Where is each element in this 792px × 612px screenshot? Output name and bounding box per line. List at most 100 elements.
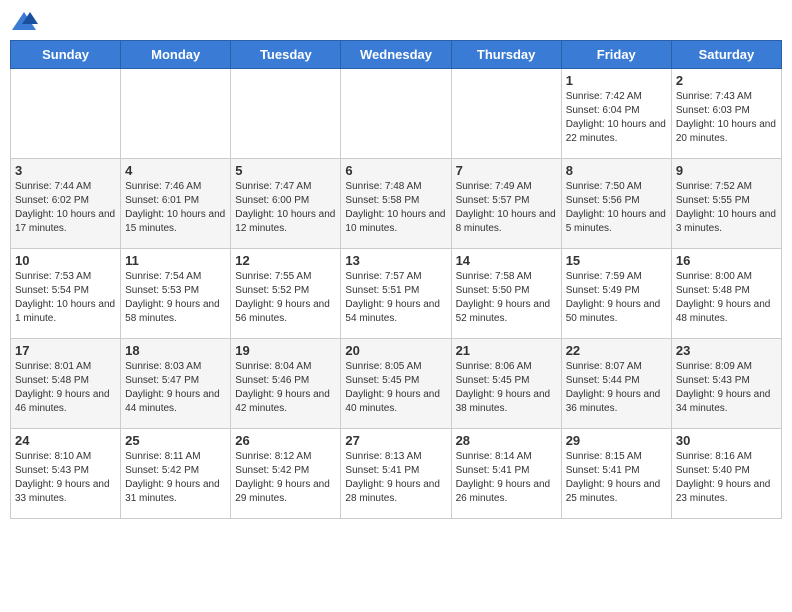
calendar-cell: 22 Sunrise: 8:07 AM Sunset: 5:44 PM Dayli… [561, 339, 671, 429]
calendar-cell: 9 Sunrise: 7:52 AM Sunset: 5:55 PM Daylig… [671, 159, 781, 249]
calendar-cell: 21 Sunrise: 8:06 AM Sunset: 5:45 PM Dayli… [451, 339, 561, 429]
day-info: Sunrise: 8:14 AM Sunset: 5:41 PM Dayligh… [456, 450, 557, 506]
weekday-header-sunday: Sunday [11, 41, 121, 69]
day-number: 13 [345, 253, 446, 268]
day-number: 23 [676, 343, 777, 358]
calendar-week-2: 3Sunrise: 7:44 AM Sunset: 6:02 PM Daylig… [11, 159, 782, 249]
day-number: 14 [456, 253, 557, 268]
calendar-cell [121, 69, 231, 159]
day-number: 9 [676, 163, 777, 178]
calendar-week-5: 24Sunrise: 8:10 AM Sunset: 5:43 PM Dayli… [11, 429, 782, 519]
day-number: 6 [345, 163, 446, 178]
day-number: 8 [566, 163, 667, 178]
calendar-cell: 6 Sunrise: 7:48 AM Sunset: 5:58 PM Daylig… [341, 159, 451, 249]
day-number: 30 [676, 433, 777, 448]
calendar-cell: 23 Sunrise: 8:09 AM Sunset: 5:43 PM Dayli… [671, 339, 781, 429]
day-number: 24 [15, 433, 116, 448]
calendar-cell: 19 Sunrise: 8:04 AM Sunset: 5:46 PM Dayli… [231, 339, 341, 429]
calendar-body: 1Sunrise: 7:42 AM Sunset: 6:04 PM Daylig… [11, 69, 782, 519]
day-info: Sunrise: 8:11 AM Sunset: 5:42 PM Dayligh… [125, 450, 226, 506]
day-info: Sunrise: 7:55 AM Sunset: 5:52 PM Dayligh… [235, 270, 336, 326]
calendar-cell: 15Sunrise: 7:59 AM Sunset: 5:49 PM Dayli… [561, 249, 671, 339]
calendar-cell: 24Sunrise: 8:10 AM Sunset: 5:43 PM Dayli… [11, 429, 121, 519]
day-number: 21 [456, 343, 557, 358]
day-number: 18 [125, 343, 226, 358]
day-number: 5 [235, 163, 336, 178]
calendar-cell: 1Sunrise: 7:42 AM Sunset: 6:04 PM Daylig… [561, 69, 671, 159]
day-number: 2 [676, 73, 777, 88]
calendar-cell [11, 69, 121, 159]
calendar-cell: 17 Sunrise: 8:01 AM Sunset: 5:48 PM Dayli… [11, 339, 121, 429]
weekday-header-friday: Friday [561, 41, 671, 69]
day-info: Sunrise: 8:16 AM Sunset: 5:40 PM Dayligh… [676, 450, 777, 506]
day-number: 11 [125, 253, 226, 268]
calendar-cell: 7Sunrise: 7:49 AM Sunset: 5:57 PM Daylig… [451, 159, 561, 249]
calendar-cell: 26 Sunrise: 8:12 AM Sunset: 5:42 PM Dayli… [231, 429, 341, 519]
day-info: Sunrise: 7:49 AM Sunset: 5:57 PM Dayligh… [456, 180, 557, 236]
day-info: Sunrise: 8:05 AM Sunset: 5:45 PM Dayligh… [345, 360, 446, 416]
calendar-cell: 18 Sunrise: 8:03 AM Sunset: 5:47 PM Dayli… [121, 339, 231, 429]
calendar-cell: 20 Sunrise: 8:05 AM Sunset: 5:45 PM Dayli… [341, 339, 451, 429]
day-info: Sunrise: 7:48 AM Sunset: 5:58 PM Dayligh… [345, 180, 446, 236]
day-info: Sunrise: 7:47 AM Sunset: 6:00 PM Dayligh… [235, 180, 336, 236]
day-info: Sunrise: 8:01 AM Sunset: 5:48 PM Dayligh… [15, 360, 116, 416]
calendar-cell: 25 Sunrise: 8:11 AM Sunset: 5:42 PM Dayli… [121, 429, 231, 519]
day-info: Sunrise: 7:42 AM Sunset: 6:04 PM Dayligh… [566, 90, 667, 146]
calendar-week-1: 1Sunrise: 7:42 AM Sunset: 6:04 PM Daylig… [11, 69, 782, 159]
day-number: 26 [235, 433, 336, 448]
day-number: 28 [456, 433, 557, 448]
calendar-table: SundayMondayTuesdayWednesdayThursdayFrid… [10, 40, 782, 519]
calendar-cell: 8 Sunrise: 7:50 AM Sunset: 5:56 PM Daylig… [561, 159, 671, 249]
day-info: Sunrise: 8:04 AM Sunset: 5:46 PM Dayligh… [235, 360, 336, 416]
day-number: 12 [235, 253, 336, 268]
calendar-cell: 28 Sunrise: 8:14 AM Sunset: 5:41 PM Dayli… [451, 429, 561, 519]
calendar-cell [231, 69, 341, 159]
calendar-cell [341, 69, 451, 159]
day-number: 15 [566, 253, 667, 268]
day-number: 22 [566, 343, 667, 358]
day-info: Sunrise: 8:06 AM Sunset: 5:45 PM Dayligh… [456, 360, 557, 416]
day-info: Sunrise: 8:07 AM Sunset: 5:44 PM Dayligh… [566, 360, 667, 416]
day-number: 20 [345, 343, 446, 358]
day-info: Sunrise: 7:57 AM Sunset: 5:51 PM Dayligh… [345, 270, 446, 326]
calendar-cell [451, 69, 561, 159]
day-info: Sunrise: 8:12 AM Sunset: 5:42 PM Dayligh… [235, 450, 336, 506]
day-info: Sunrise: 8:00 AM Sunset: 5:48 PM Dayligh… [676, 270, 777, 326]
day-info: Sunrise: 8:13 AM Sunset: 5:41 PM Dayligh… [345, 450, 446, 506]
calendar-cell: 5 Sunrise: 7:47 AM Sunset: 6:00 PM Daylig… [231, 159, 341, 249]
weekday-header-tuesday: Tuesday [231, 41, 341, 69]
day-info: Sunrise: 7:50 AM Sunset: 5:56 PM Dayligh… [566, 180, 667, 236]
calendar-cell: 11Sunrise: 7:54 AM Sunset: 5:53 PM Dayli… [121, 249, 231, 339]
day-info: Sunrise: 7:43 AM Sunset: 6:03 PM Dayligh… [676, 90, 777, 146]
calendar-cell: 27Sunrise: 8:13 AM Sunset: 5:41 PM Dayli… [341, 429, 451, 519]
calendar-week-3: 10Sunrise: 7:53 AM Sunset: 5:54 PM Dayli… [11, 249, 782, 339]
calendar-cell: 10Sunrise: 7:53 AM Sunset: 5:54 PM Dayli… [11, 249, 121, 339]
calendar-cell: 14 Sunrise: 7:58 AM Sunset: 5:50 PM Dayli… [451, 249, 561, 339]
calendar-cell: 13 Sunrise: 7:57 AM Sunset: 5:51 PM Dayli… [341, 249, 451, 339]
calendar-cell: 29Sunrise: 8:15 AM Sunset: 5:41 PM Dayli… [561, 429, 671, 519]
weekday-header-saturday: Saturday [671, 41, 781, 69]
day-number: 4 [125, 163, 226, 178]
calendar-cell: 3Sunrise: 7:44 AM Sunset: 6:02 PM Daylig… [11, 159, 121, 249]
day-number: 17 [15, 343, 116, 358]
calendar-cell: 4 Sunrise: 7:46 AM Sunset: 6:01 PM Daylig… [121, 159, 231, 249]
day-number: 19 [235, 343, 336, 358]
day-number: 29 [566, 433, 667, 448]
calendar-cell: 2 Sunrise: 7:43 AM Sunset: 6:03 PM Daylig… [671, 69, 781, 159]
logo [10, 10, 42, 32]
weekday-header-monday: Monday [121, 41, 231, 69]
day-number: 16 [676, 253, 777, 268]
calendar-cell: 30 Sunrise: 8:16 AM Sunset: 5:40 PM Dayli… [671, 429, 781, 519]
day-info: Sunrise: 8:09 AM Sunset: 5:43 PM Dayligh… [676, 360, 777, 416]
day-info: Sunrise: 7:53 AM Sunset: 5:54 PM Dayligh… [15, 270, 116, 326]
calendar-week-4: 17 Sunrise: 8:01 AM Sunset: 5:48 PM Dayli… [11, 339, 782, 429]
day-info: Sunrise: 7:52 AM Sunset: 5:55 PM Dayligh… [676, 180, 777, 236]
day-info: Sunrise: 8:03 AM Sunset: 5:47 PM Dayligh… [125, 360, 226, 416]
day-number: 25 [125, 433, 226, 448]
day-info: Sunrise: 7:46 AM Sunset: 6:01 PM Dayligh… [125, 180, 226, 236]
day-info: Sunrise: 7:58 AM Sunset: 5:50 PM Dayligh… [456, 270, 557, 326]
calendar-header: SundayMondayTuesdayWednesdayThursdayFrid… [11, 41, 782, 69]
calendar-cell: 16 Sunrise: 8:00 AM Sunset: 5:48 PM Dayli… [671, 249, 781, 339]
page-header [10, 10, 782, 32]
weekday-header-wednesday: Wednesday [341, 41, 451, 69]
